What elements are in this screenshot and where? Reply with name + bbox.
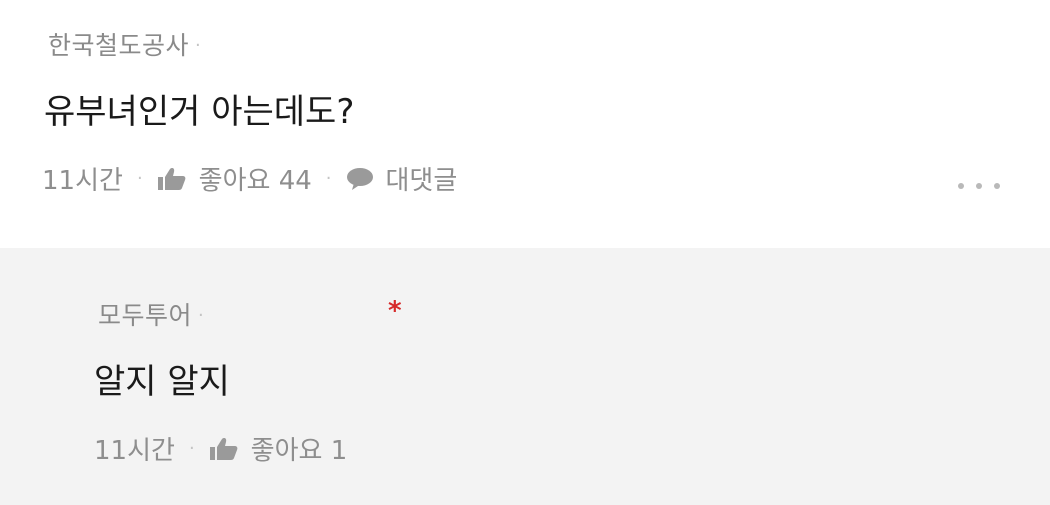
meta-separator: · [136, 168, 143, 189]
speech-bubble-icon [346, 167, 374, 191]
ellipsis-icon-dot [958, 183, 964, 189]
red-asterisk-marker: * [388, 296, 402, 326]
comment-author[interactable]: 한국철도공사 · [48, 26, 201, 62]
reply-author-name[interactable]: 모두투어 [98, 301, 192, 330]
meta-separator: · [325, 168, 332, 189]
reply-text: 알지 알지 [94, 362, 230, 402]
author-separator: · [198, 305, 205, 326]
comment-thread: 한국철도공사 · 유부녀인거 아는데도? 11시간 · 좋아요 44 · 대댓글… [0, 0, 1050, 505]
comment-author-name[interactable]: 한국철도공사 [48, 31, 189, 60]
like-button[interactable]: 좋아요 44 [157, 160, 312, 197]
reply-like-button[interactable]: 좋아요 1 [209, 430, 348, 467]
author-separator: · [195, 35, 202, 56]
comment: 한국철도공사 · 유부녀인거 아는데도? 11시간 · 좋아요 44 · 대댓글 [0, 0, 1050, 248]
ellipsis-icon-dot [994, 183, 1000, 189]
comment-time: 11시간 [42, 166, 123, 196]
comment-text: 유부녀인거 아는데도? [44, 92, 355, 132]
like-label[interactable]: 좋아요 44 [199, 160, 312, 197]
meta-separator: · [188, 438, 195, 459]
reply-like-label[interactable]: 좋아요 1 [251, 430, 348, 467]
reply-author[interactable]: 모두투어 · [98, 296, 204, 332]
reply-meta: 11시간 · 좋아요 1 [94, 430, 347, 467]
ellipsis-icon-dot [976, 183, 982, 189]
reply-button[interactable]: 대댓글 [346, 160, 458, 197]
thumbs-up-icon [209, 437, 239, 461]
reply-time: 11시간 [94, 436, 175, 466]
reply: 모두투어 · 알지 알지 11시간 · 좋아요 1 [0, 248, 1050, 505]
reply-label[interactable]: 대댓글 [386, 160, 458, 197]
more-options-button[interactable] [958, 176, 1000, 196]
comment-meta: 11시간 · 좋아요 44 · 대댓글 [42, 160, 457, 197]
thumbs-up-icon [157, 167, 187, 191]
